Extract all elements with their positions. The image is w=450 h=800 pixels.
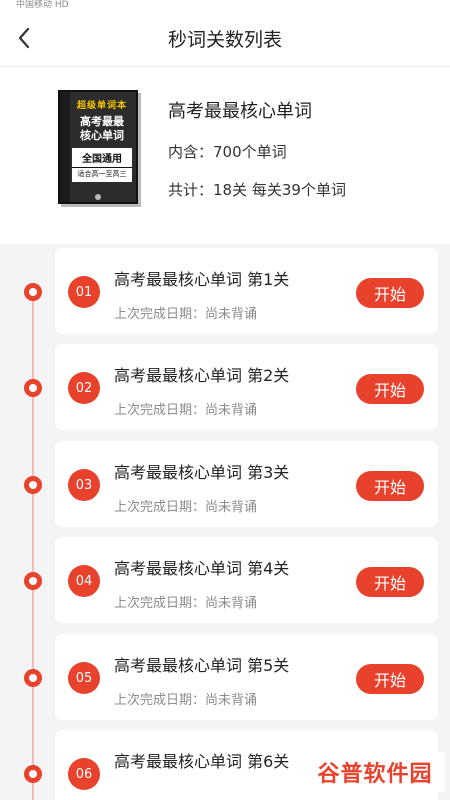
level-last-date: 上次完成日期：尚未背诵 [114,500,258,515]
level-card[interactable]: 04 高考最最核心单词 第4关 上次完成日期：尚未背诵 开始 [55,537,438,623]
cover-band: 全国通用 适合高一至高三 [72,148,132,182]
back-button[interactable] [10,24,38,52]
book-name: 高考最最核心单词 [168,101,312,122]
book-summary-card: 超级单词本 高考最最核心单词 全国通用 适合高一至高三 高考最最核心单词 内含：… [0,66,450,244]
level-number-badge: 03 [68,469,100,501]
level-number-badge: 06 [68,758,100,790]
level-card[interactable]: 01 高考最最核心单词 第1关 上次完成日期：尚未背诵 开始 [55,248,438,334]
level-number-badge: 01 [68,276,100,308]
level-number-badge: 04 [68,565,100,597]
level-last-date: 上次完成日期：尚未背诵 [114,403,258,418]
start-button[interactable]: 开始 [356,664,424,694]
cover-sub-label: 适合高一至高三 [72,167,132,179]
timeline-dot [24,669,42,687]
chevron-left-icon [18,27,30,49]
timeline-line [32,292,34,800]
level-number-badge: 02 [68,372,100,404]
level-name: 高考最最核心单词 第5关 [114,656,290,675]
book-info: 高考最最核心单词 内含：700个单词 共计：18关 每关39个单词 [168,97,346,200]
level-number-badge: 05 [68,662,100,694]
cover-band-label: 全国通用 [82,154,122,165]
book-cover-image: 超级单词本 高考最最核心单词 全国通用 适合高一至高三 [58,90,138,204]
book-level-count: 共计：18关 每关39个单词 [168,181,346,199]
cover-dot [95,194,101,200]
level-card[interactable]: 03 高考最最核心单词 第3关 上次完成日期：尚未背诵 开始 [55,441,438,527]
timeline-dot [24,476,42,494]
start-button[interactable]: 开始 [356,278,424,308]
book-word-count: 内含：700个单词 [168,143,287,161]
level-list: 01 高考最最核心单词 第1关 上次完成日期：尚未背诵 开始 02 高考最最核心… [0,244,450,800]
level-last-date: 上次完成日期：尚未背诵 [114,596,258,611]
watermark-logo: 谷普软件园 [305,752,445,792]
carrier-label: 中国移动 HD [16,0,69,10]
timeline-dot [24,572,42,590]
level-name: 高考最最核心单词 第3关 [114,463,290,482]
status-bar: 中国移动 HD [0,0,450,10]
timeline-dot [24,765,42,783]
level-card[interactable]: 02 高考最最核心单词 第2关 上次完成日期：尚未背诵 开始 [55,344,438,430]
timeline-dot [24,283,42,301]
level-name: 高考最最核心单词 第1关 [114,270,290,289]
level-last-date: 上次完成日期：尚未背诵 [114,693,258,708]
timeline-dot [24,379,42,397]
level-name: 高考最最核心单词 第6关 [114,752,290,771]
start-button[interactable]: 开始 [356,471,424,501]
book-cover-art: 超级单词本 高考最最核心单词 全国通用 适合高一至高三 [72,96,132,196]
page-title: 秒词关数列表 [167,28,282,51]
cover-brand: 超级单词本 [76,101,127,111]
level-card[interactable]: 05 高考最最核心单词 第5关 上次完成日期：尚未背诵 开始 [55,634,438,720]
start-button[interactable]: 开始 [356,374,424,404]
level-last-date: 上次完成日期：尚未背诵 [114,307,258,322]
nav-bar: 秒词关数列表 [0,10,450,66]
start-button[interactable]: 开始 [356,567,424,597]
level-name: 高考最最核心单词 第2关 [114,366,290,385]
level-name: 高考最最核心单词 第4关 [114,559,290,578]
cover-title: 高考最最核心单词 [80,115,124,142]
book-spine [60,92,70,202]
